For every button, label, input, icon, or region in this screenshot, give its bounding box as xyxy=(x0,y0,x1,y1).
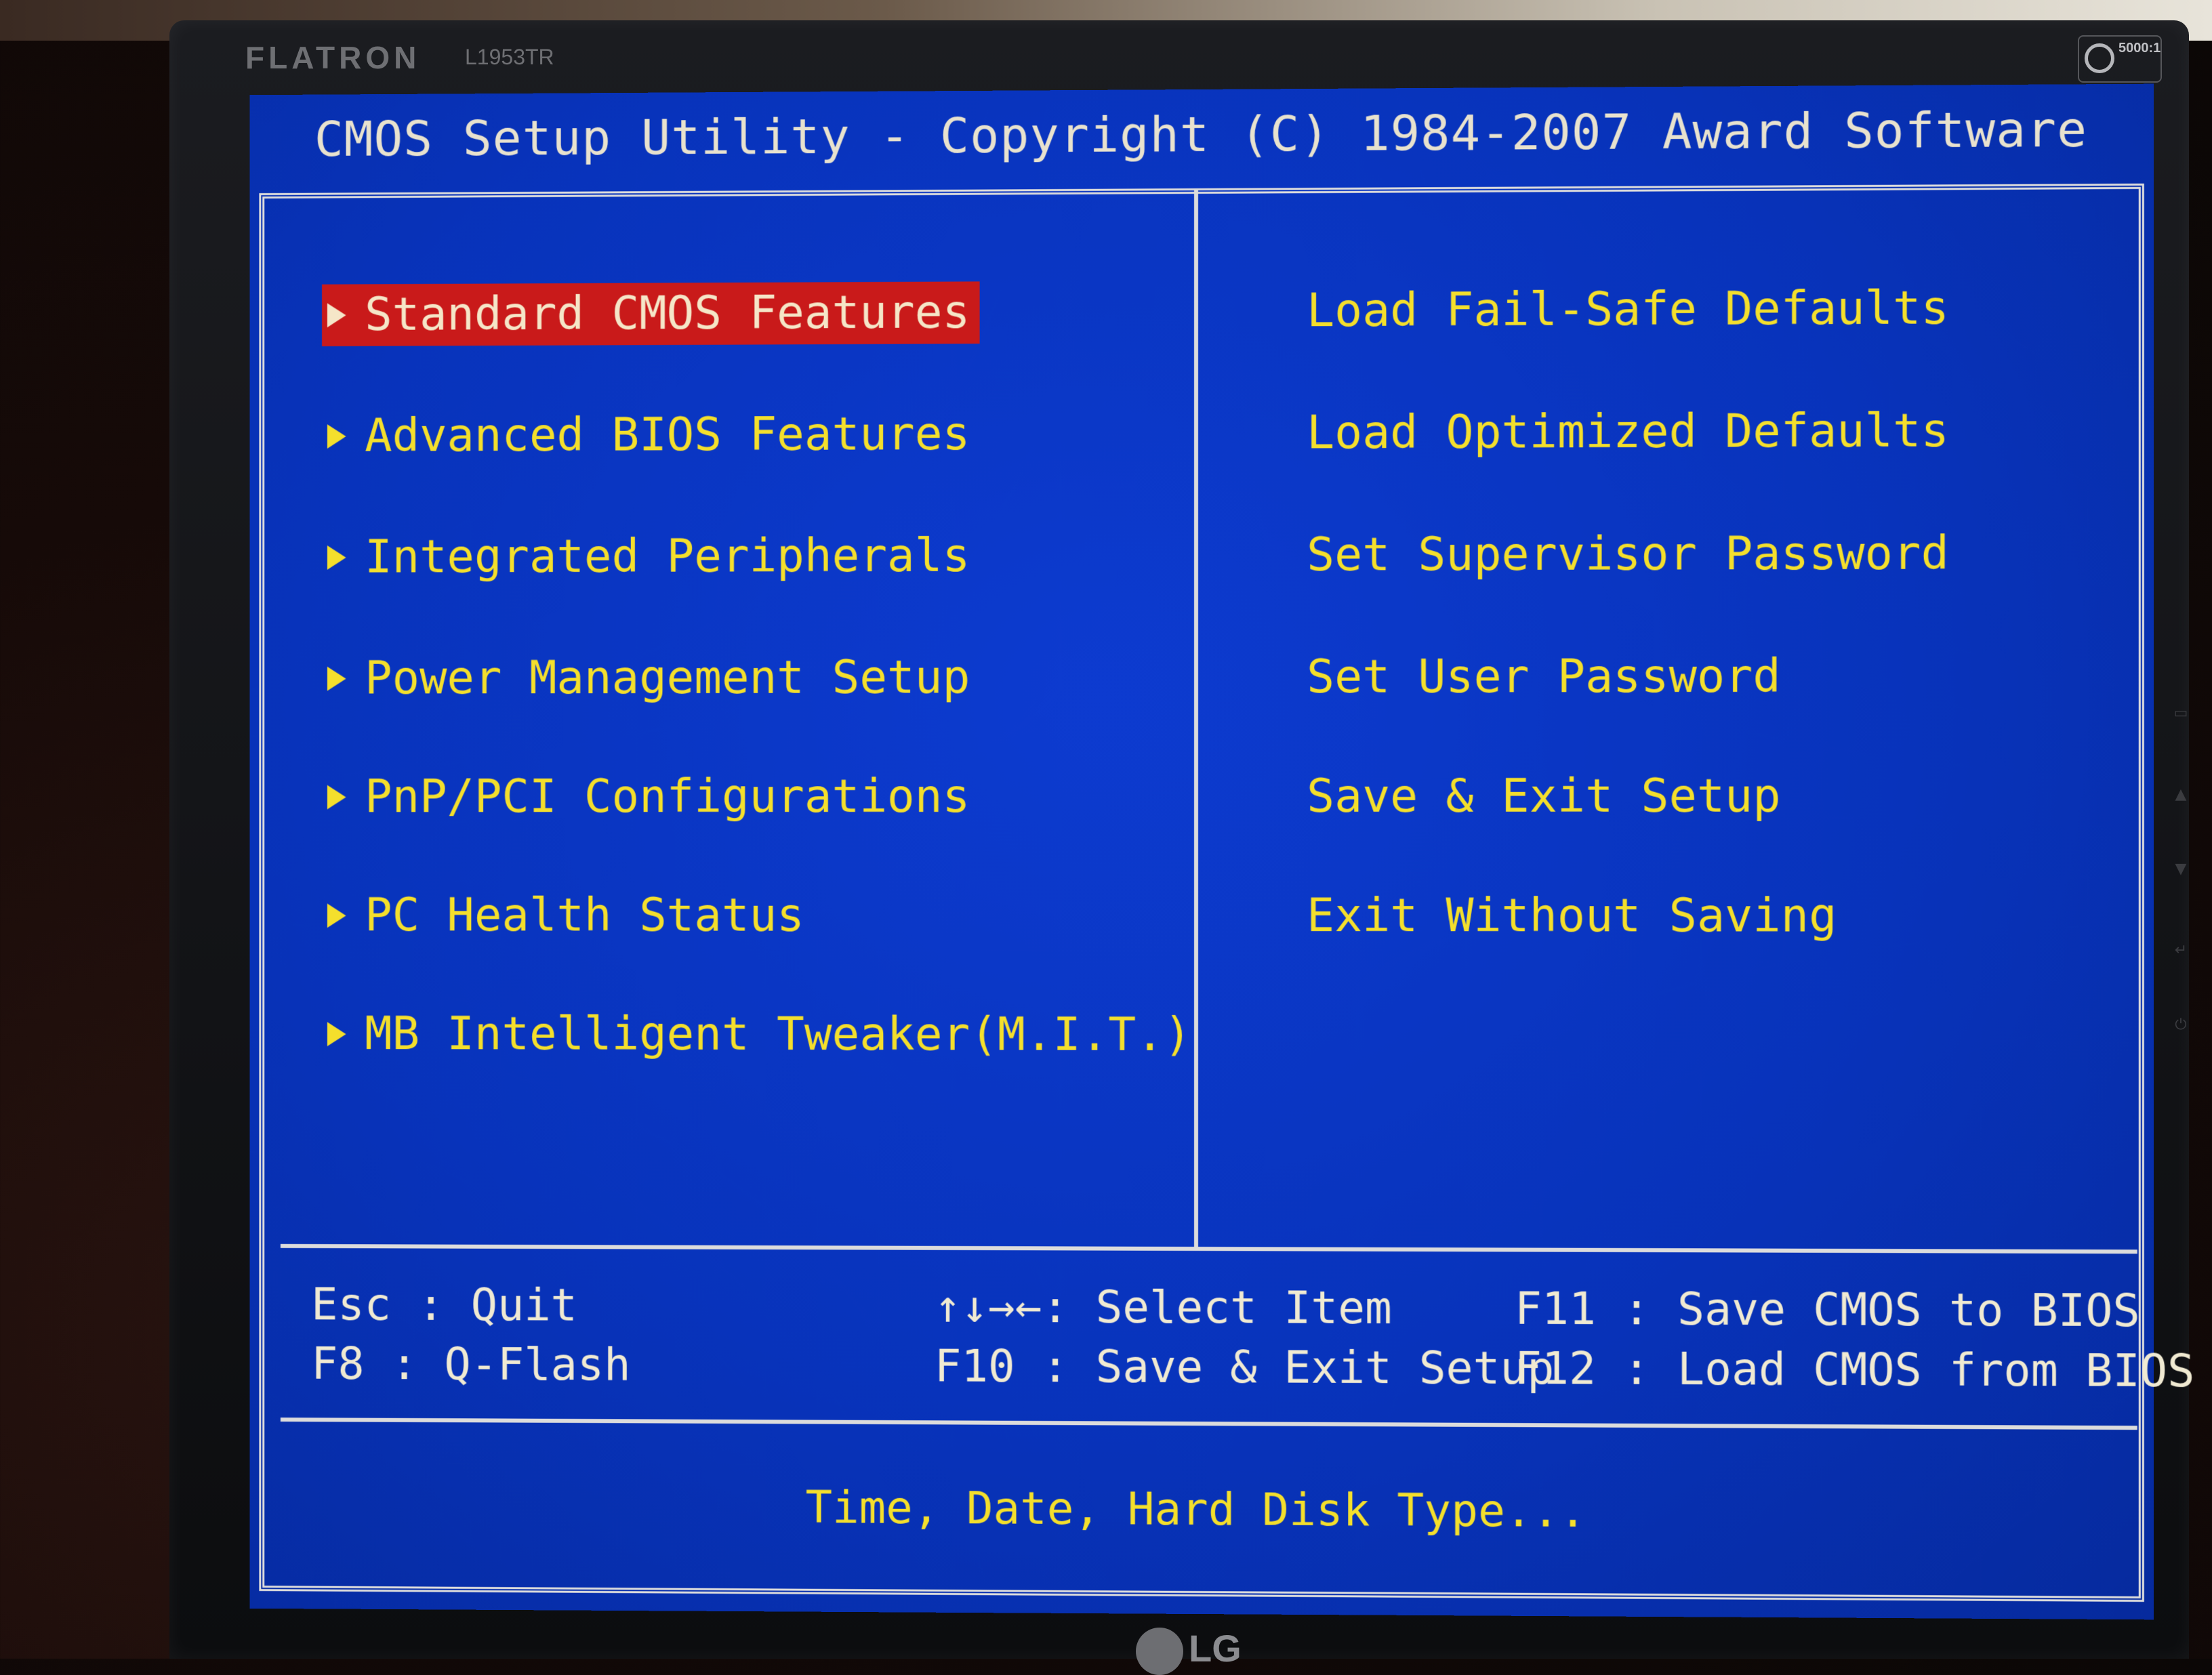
menu-item-supervisor-password[interactable]: Set Supervisor Password xyxy=(1307,522,1949,586)
menu-divider xyxy=(1194,188,1198,1250)
key-f12-load-cmos: F12 : Load CMOS from BIOS xyxy=(1515,1342,2195,1398)
menu-item-user-password[interactable]: Set User Password xyxy=(1307,646,1781,709)
lg-logo-icon xyxy=(1136,1628,1183,1675)
bios-screen: CMOS Setup Utility - Copyright (C) 1984-… xyxy=(249,83,2194,1620)
menu-item-load-optimized[interactable]: Load Optimized Defaults xyxy=(1307,400,1949,464)
menu-item-standard-cmos[interactable]: Standard CMOS Features xyxy=(322,281,980,347)
menu-item-label: MB Intelligent Tweaker(M.I.T.) xyxy=(365,1007,1192,1062)
item-help-text: Time, Date, Hard Disk Type... xyxy=(805,1481,1586,1538)
menu-item-mit[interactable]: MB Intelligent Tweaker(M.I.T.) xyxy=(322,1003,1201,1067)
menu-item-label: Advanced BIOS Features xyxy=(365,407,970,463)
menu-item-load-failsafe[interactable]: Load Fail-Safe Defaults xyxy=(1307,277,1949,342)
menu-item-label: PnP/PCI Configurations xyxy=(365,770,970,824)
bios-title: CMOS Setup Utility - Copyright (C) 1984-… xyxy=(314,100,2087,167)
menu-item-power-management[interactable]: Power Management Setup xyxy=(322,647,979,710)
monitor-menu-button[interactable]: ▭ xyxy=(2173,705,2189,722)
menu-item-label: PC Health Status xyxy=(365,888,804,943)
monitor-up-button[interactable]: ▲ xyxy=(2173,786,2189,803)
submenu-arrow-icon xyxy=(327,666,346,691)
monitor-brand: FLATRON xyxy=(245,40,421,75)
submenu-arrow-icon xyxy=(327,903,346,928)
submenu-arrow-icon xyxy=(327,303,346,328)
contrast-ring-icon xyxy=(2085,43,2114,73)
menu-item-label: Power Management Setup xyxy=(365,650,970,705)
contrast-ratio: 5000:1 xyxy=(2118,41,2161,56)
monitor-model: L1953TR xyxy=(465,45,554,69)
menu-item-label: Integrated Peripherals xyxy=(365,529,970,584)
menu-item-advanced-bios[interactable]: Advanced BIOS Features xyxy=(322,403,979,468)
key-f10-save-exit: F10 : Save & Exit Setup xyxy=(934,1340,1555,1395)
menu-item-pnp-pci[interactable]: PnP/PCI Configurations xyxy=(322,766,979,828)
monitor-down-button[interactable]: ▼ xyxy=(2173,861,2189,877)
menu-item-label: Standard CMOS Features xyxy=(365,285,970,342)
key-f11-save-cmos: F11 : Save CMOS to BIOS xyxy=(1515,1282,2140,1338)
monitor-enter-button[interactable]: ↵ xyxy=(2173,942,2189,959)
menu-item-integrated-peripherals[interactable]: Integrated Peripherals xyxy=(322,525,979,589)
key-esc-quit: Esc : Quit xyxy=(311,1278,577,1331)
submenu-arrow-icon xyxy=(327,545,346,570)
menu-item-exit-no-save[interactable]: Exit Without Saving xyxy=(1307,885,1837,948)
submenu-arrow-icon xyxy=(327,1022,346,1047)
submenu-arrow-icon xyxy=(327,424,346,449)
key-arrows-select: ↑↓→←: Select Item xyxy=(934,1280,1392,1335)
monitor-power-button[interactable]: ⏻ xyxy=(2173,1016,2189,1033)
key-f8-qflash: F8 : Q-Flash xyxy=(311,1338,631,1391)
monitor-logo: LG xyxy=(1189,1627,1242,1670)
menu-item-pc-health[interactable]: PC Health Status xyxy=(322,885,814,947)
submenu-arrow-icon xyxy=(327,785,346,810)
menu-item-save-exit[interactable]: Save & Exit Setup xyxy=(1307,765,1781,828)
contrast-badge: 5000:1 xyxy=(2078,35,2162,83)
